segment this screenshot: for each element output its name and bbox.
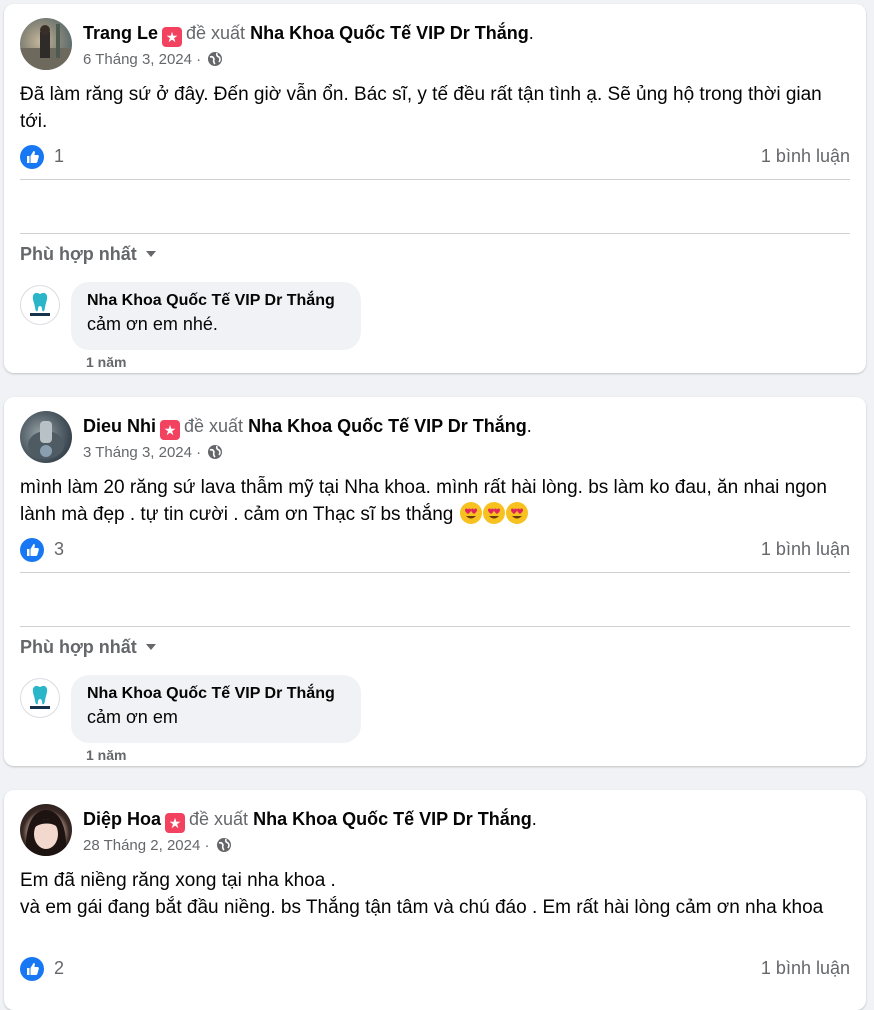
avatar-photo: [20, 24, 72, 70]
post-stats: 1 1 bình luận: [20, 145, 850, 171]
caret-down-icon: [145, 635, 157, 656]
recommends-text: đề xuất: [189, 809, 249, 829]
recommend-badge-icon: ★: [165, 813, 186, 833]
heart-eyes-emoji: [505, 502, 528, 524]
post-date[interactable]: 28 Tháng 2, 2024: [83, 837, 200, 854]
comment-count[interactable]: 1 bình luận: [761, 146, 850, 167]
author-name[interactable]: Diệp Hoa: [83, 809, 161, 829]
title-period: .: [526, 416, 532, 436]
review-card: Trang Le ★ đề xuất Nha Khoa Quốc Tế VIP Dr…: [4, 4, 866, 373]
post-stats: 2 1 bình luận: [20, 957, 850, 983]
divider: [20, 179, 850, 180]
author-avatar[interactable]: [20, 411, 72, 463]
post-text: mình làm 20 răng sứ lava thẫm mỹ tại Nha…: [20, 474, 850, 528]
comment-count[interactable]: 1 bình luận: [761, 539, 850, 560]
page-name-link[interactable]: Nha Khoa Quốc Tế VIP Dr Thắng: [248, 416, 527, 436]
review-card: Diệp Hoa ★ đề xuất Nha Khoa Quốc Tế VIP Dr…: [4, 790, 866, 1010]
post-header: Dieu Nhi ★ đề xuất Nha Khoa Quốc Tế VIP Dr…: [20, 411, 850, 465]
post-meta: 28 Tháng 2, 2024 ·: [83, 836, 232, 859]
post-text-content: mình làm 20 răng sứ lava thẫm mỹ tại Nha…: [20, 477, 827, 525]
post-meta: 6 Tháng 3, 2024 ·: [83, 50, 223, 73]
page-name-link[interactable]: Nha Khoa Quốc Tế VIP Dr Thắng: [253, 809, 532, 829]
meta-separator: ·: [200, 837, 214, 854]
reply-time[interactable]: 1 năm: [86, 354, 126, 370]
sort-label: Phù hợp nhất: [20, 637, 137, 657]
page-name-link[interactable]: Nha Khoa Quốc Tế VIP Dr Thắng: [250, 23, 529, 43]
reply-bubble: Nha Khoa Quốc Tế VIP Dr Thắng cảm ơn em …: [71, 282, 361, 350]
tooth-logo-icon: [30, 292, 50, 316]
author-name[interactable]: Trang Le: [83, 23, 158, 43]
page-avatar[interactable]: [20, 285, 60, 325]
reply-author[interactable]: Nha Khoa Quốc Tế VIP Dr Thắng: [87, 290, 345, 312]
divider: [20, 572, 850, 573]
post-text: Em đã niềng răng xong tại nha khoa . và …: [20, 870, 824, 918]
avatar-photo: [28, 421, 64, 459]
like-count[interactable]: 1: [54, 146, 64, 167]
heart-eyes-emoji: [482, 502, 505, 524]
like-icon[interactable]: [20, 538, 44, 562]
globe-icon: [207, 444, 223, 466]
review-card: Dieu Nhi ★ đề xuất Nha Khoa Quốc Tế VIP Dr…: [4, 397, 866, 766]
reply-time[interactable]: 1 năm: [86, 747, 126, 763]
recommends-text: đề xuất: [184, 416, 244, 436]
comment-count[interactable]: 1 bình luận: [761, 958, 850, 979]
heart-eyes-emoji: [459, 502, 482, 524]
reply-text: cảm ơn em nhé.: [87, 314, 218, 334]
title-period: .: [528, 23, 534, 43]
comment-sort-dropdown[interactable]: Phù hợp nhất: [20, 242, 157, 265]
reply-text: cảm ơn em: [87, 707, 178, 727]
title-period: .: [531, 809, 537, 829]
sort-label: Phù hợp nhất: [20, 244, 137, 264]
post-title-line: Dieu Nhi ★ đề xuất Nha Khoa Quốc Tế VIP Dr…: [83, 415, 532, 440]
post-meta: 3 Tháng 3, 2024 ·: [83, 443, 223, 466]
post-text: Đã làm răng sứ ở đây. Đến giờ vẫn ổn. Bá…: [20, 84, 822, 132]
post-header: Trang Le ★ đề xuất Nha Khoa Quốc Tế VIP Dr…: [20, 18, 850, 72]
like-icon[interactable]: [20, 957, 44, 981]
tooth-logo-icon: [30, 685, 50, 709]
author-avatar[interactable]: [20, 804, 72, 856]
like-count[interactable]: 3: [54, 539, 64, 560]
caret-down-icon: [145, 242, 157, 263]
recommend-badge-icon: ★: [160, 420, 181, 440]
globe-icon: [207, 51, 223, 73]
reply-author[interactable]: Nha Khoa Quốc Tế VIP Dr Thắng: [87, 683, 345, 705]
post-date[interactable]: 6 Tháng 3, 2024: [83, 51, 192, 68]
author-name[interactable]: Dieu Nhi: [83, 416, 156, 436]
recommends-text: đề xuất: [186, 23, 246, 43]
recommend-badge-icon: ★: [162, 27, 183, 47]
post-title-line: Trang Le ★ đề xuất Nha Khoa Quốc Tế VIP Dr…: [83, 22, 534, 47]
meta-separator: ·: [191, 444, 206, 461]
page-avatar[interactable]: [20, 678, 60, 718]
globe-icon: [216, 837, 232, 859]
like-count[interactable]: 2: [54, 958, 64, 979]
post-date[interactable]: 3 Tháng 3, 2024: [83, 444, 192, 461]
post-title-line: Diệp Hoa ★ đề xuất Nha Khoa Quốc Tế VIP Dr…: [83, 808, 537, 833]
like-icon[interactable]: [20, 145, 44, 169]
divider: [20, 233, 850, 234]
meta-separator: ·: [191, 51, 206, 68]
post-stats: 3 1 bình luận: [20, 538, 850, 564]
comment-sort-dropdown[interactable]: Phù hợp nhất: [20, 635, 157, 658]
divider: [20, 626, 850, 627]
author-avatar[interactable]: [20, 18, 72, 70]
avatar-photo: [25, 810, 67, 856]
post-header: Diệp Hoa ★ đề xuất Nha Khoa Quốc Tế VIP Dr…: [20, 804, 850, 858]
reply-bubble: Nha Khoa Quốc Tế VIP Dr Thắng cảm ơn em: [71, 675, 361, 743]
